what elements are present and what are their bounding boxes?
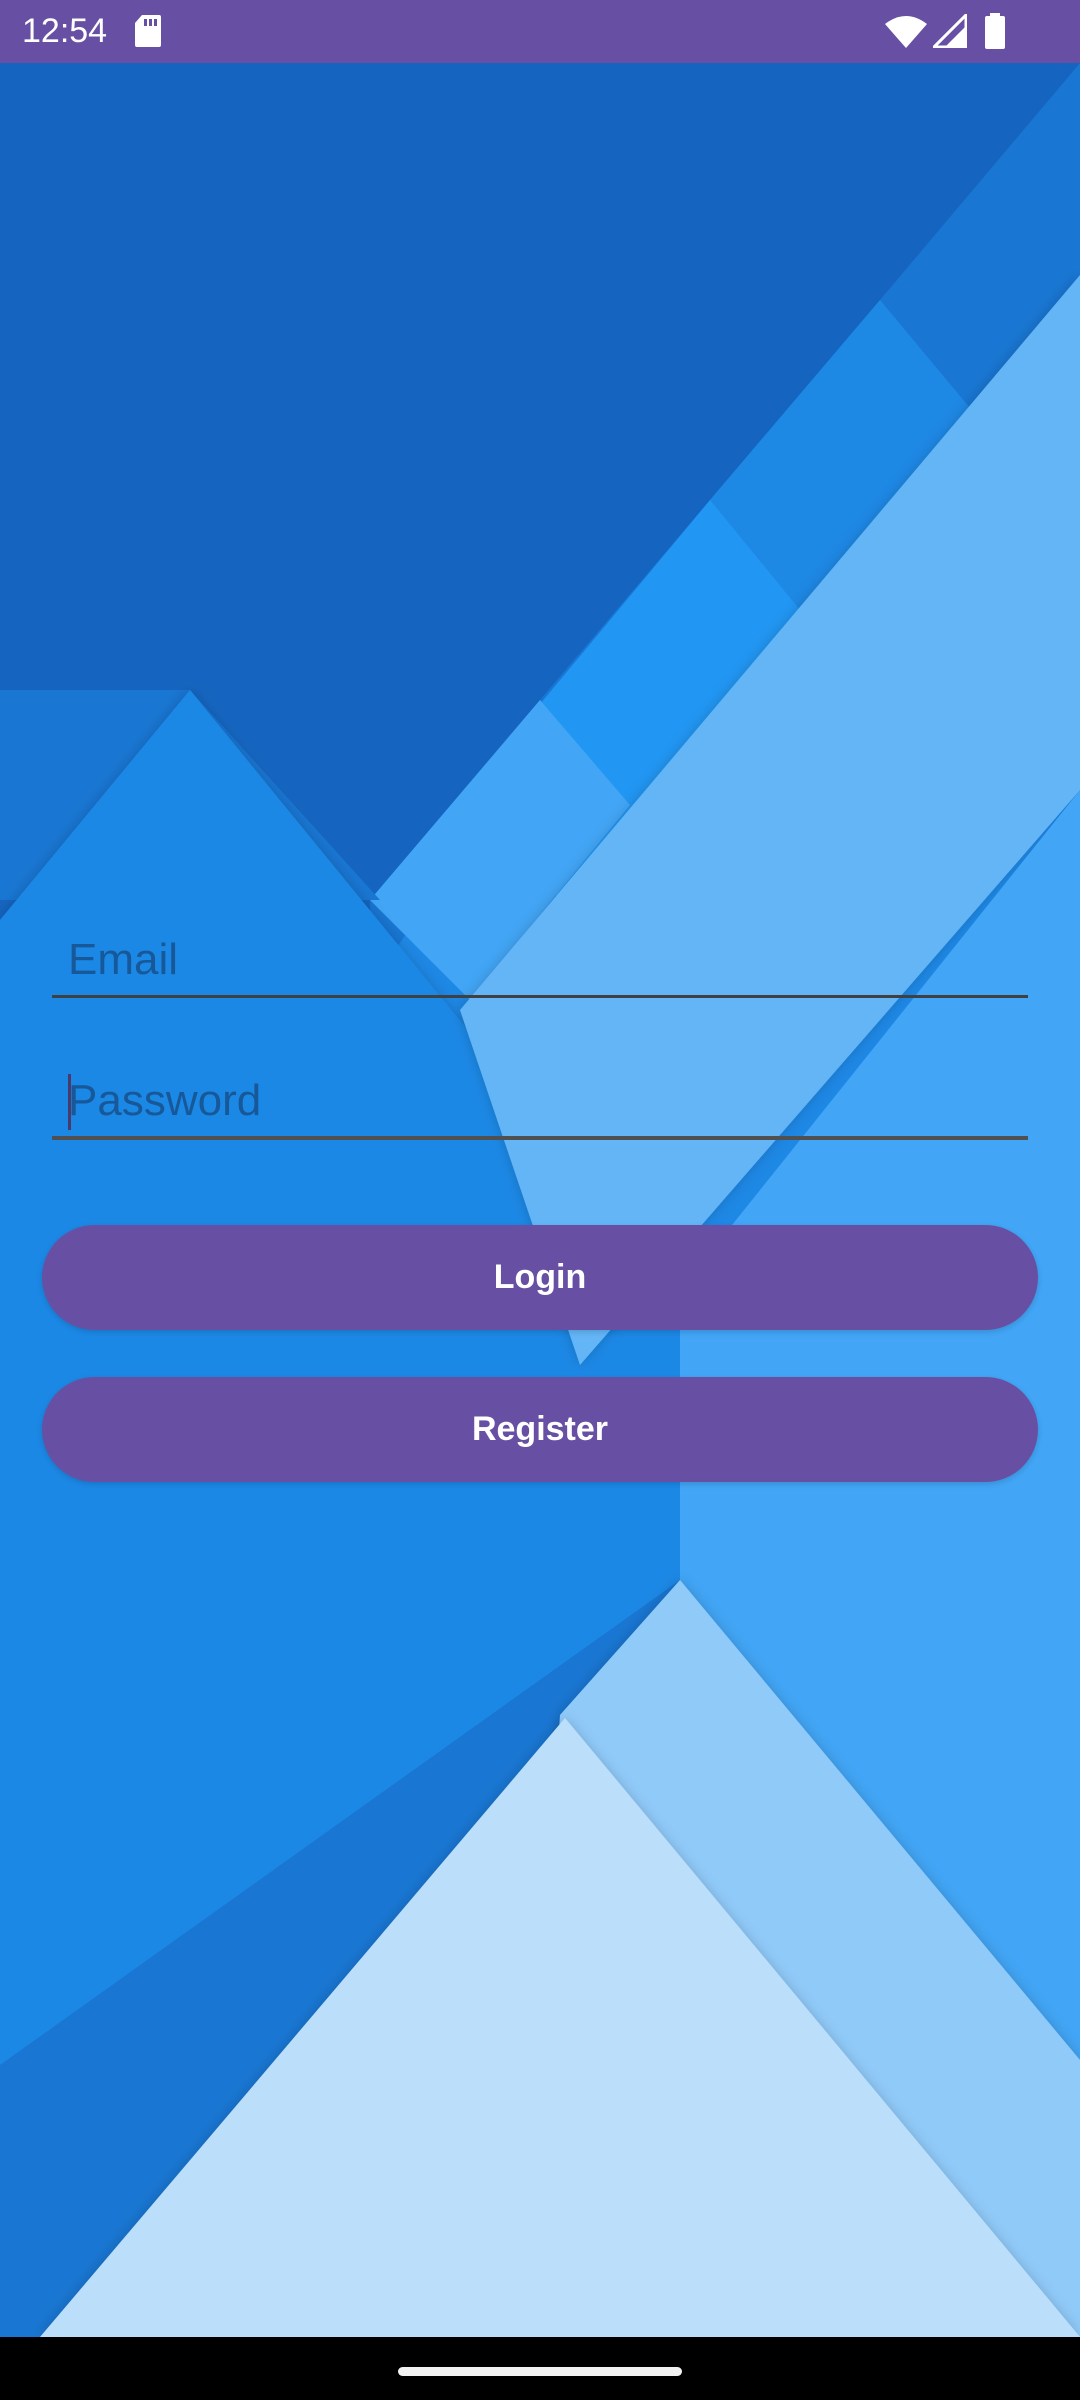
register-button[interactable]: Register	[42, 1377, 1038, 1482]
status-bar: 12:54	[0, 0, 1080, 63]
cellular-signal-icon	[930, 11, 968, 53]
status-time: 12:54	[22, 12, 108, 50]
material-background-art	[0, 63, 1080, 2337]
password-field[interactable]	[52, 1066, 1028, 1140]
email-input[interactable]	[52, 925, 1028, 995]
text-cursor	[68, 1074, 71, 1130]
wifi-icon	[885, 14, 927, 53]
email-field[interactable]	[52, 925, 1028, 998]
sd-card-icon	[134, 14, 162, 53]
home-gesture-handle[interactable]	[398, 2367, 682, 2376]
login-button[interactable]: Login	[42, 1225, 1038, 1330]
battery-icon	[984, 13, 1006, 54]
password-input[interactable]	[52, 1066, 1028, 1136]
login-screen: 12:54 Email Login Register	[0, 0, 1080, 2400]
navigation-bar	[0, 2337, 1080, 2400]
